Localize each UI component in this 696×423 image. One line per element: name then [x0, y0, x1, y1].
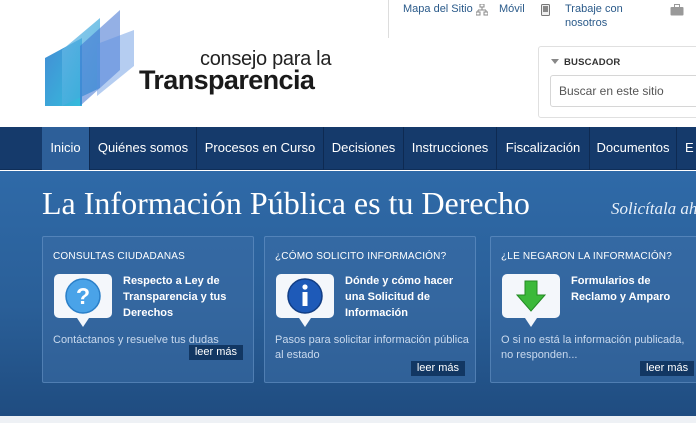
nav-decisiones[interactable]: Decisiones — [324, 127, 404, 170]
nav-fiscalizacion[interactable]: Fiscalización — [497, 127, 590, 170]
search-label: BUSCADOR — [564, 57, 621, 68]
mobile-icon — [541, 4, 550, 16]
logo-title: Transparencia — [139, 65, 315, 95]
briefcase-icon — [670, 4, 684, 16]
mobile-link[interactable]: Móvil — [499, 2, 525, 16]
nav-quienes-somos[interactable]: Quiénes somos — [90, 127, 197, 170]
hero-banner: La Información Pública es tu Derecho Sol… — [0, 171, 696, 416]
read-more-button[interactable]: leer más — [640, 361, 695, 376]
card-heading: ¿LE NEGARON LA INFORMACIÓN? — [501, 251, 672, 262]
card-consultas[interactable]: CONSULTAS CIUDADANAS ? Respecto a Ley de… — [42, 236, 254, 383]
download-arrow-icon — [502, 274, 560, 327]
svg-text:?: ? — [76, 283, 90, 309]
hero-tagline: Solicítala aho — [611, 199, 696, 218]
card-description: O si no está la información publicada, n… — [501, 334, 685, 361]
nav-truncated[interactable]: E — [677, 127, 696, 170]
question-icon: ? — [54, 274, 112, 327]
card-description: Pasos para solicitar información pública… — [275, 334, 469, 361]
card-le-negaron[interactable]: ¿LE NEGARON LA INFORMACIÓN? Formularios … — [490, 236, 696, 383]
card-title[interactable]: Dónde y cómo hacer una Solicitud de Info… — [345, 273, 473, 321]
hero-title: La Información Pública es tu Derecho — [42, 185, 530, 221]
jobs-link[interactable]: Trabaje con nosotros — [565, 2, 637, 30]
read-more-button[interactable]: leer más — [410, 361, 465, 376]
card-como-solicito[interactable]: ¿CÓMO SOLICITO INFORMACIÓN? Dónde y cómo… — [264, 236, 476, 383]
main-nav: Inicio Quiénes somos Procesos en Curso D… — [0, 127, 696, 170]
card-title[interactable]: Formularios de Reclamo y Amparo — [571, 273, 681, 305]
logo-mark-icon — [45, 10, 134, 106]
card-heading: ¿CÓMO SOLICITO INFORMACIÓN? — [275, 251, 447, 262]
card-title[interactable]: Respecto a Ley de Transparencia y tus De… — [123, 273, 251, 321]
nav-procesos-en-curso[interactable]: Procesos en Curso — [197, 127, 324, 170]
utility-links: Mapa del Sitio Móvil Trabaje con nosotro… — [388, 0, 696, 38]
footer-strip — [0, 416, 696, 423]
site-logo[interactable]: consejo para la Transparencia — [42, 8, 342, 110]
nav-instrucciones[interactable]: Instrucciones — [404, 127, 497, 170]
read-more-button[interactable]: leer más — [188, 345, 243, 360]
search-panel: BUSCADOR — [538, 46, 696, 118]
sitemap-icon — [476, 4, 488, 16]
card-heading: CONSULTAS CIUDADANAS — [53, 251, 185, 262]
site-header: consejo para la Transparencia Mapa del S… — [0, 0, 696, 127]
collapse-arrow-icon[interactable] — [551, 59, 559, 64]
search-input[interactable] — [550, 75, 696, 107]
sitemap-link[interactable]: Mapa del Sitio — [403, 2, 473, 16]
info-icon — [276, 274, 334, 327]
nav-inicio[interactable]: Inicio — [42, 127, 90, 170]
nav-documentos[interactable]: Documentos — [590, 127, 677, 170]
